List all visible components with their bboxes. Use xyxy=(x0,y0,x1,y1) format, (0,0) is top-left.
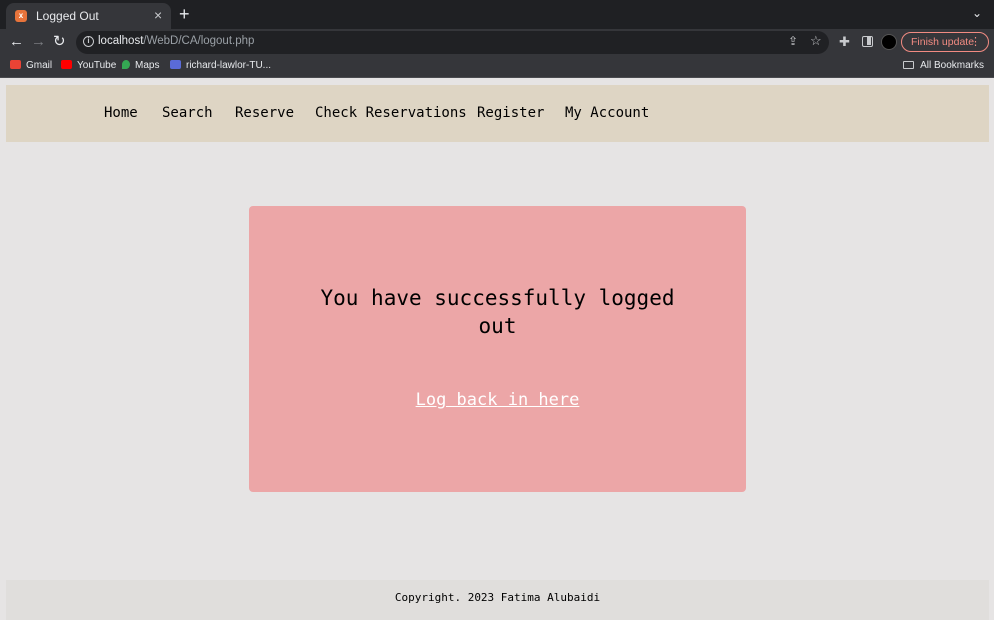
bookmark-maps[interactable]: Maps xyxy=(122,60,159,71)
back-arrow-icon[interactable]: ← xyxy=(9,33,24,51)
log-back-in-link[interactable]: Log back in here xyxy=(249,390,746,410)
bookmark-star-icon[interactable]: ☆ xyxy=(810,33,822,49)
finish-update-label: Finish update xyxy=(911,36,975,48)
trello-icon xyxy=(170,60,181,69)
bookmark-youtube[interactable]: YouTube xyxy=(61,60,116,71)
logout-message: You have successfully logged out xyxy=(320,286,675,338)
forward-arrow-icon[interactable]: → xyxy=(31,33,46,51)
browser-tab[interactable]: x Logged Out × xyxy=(6,3,171,29)
all-bookmarks-button[interactable]: All Bookmarks xyxy=(903,60,984,71)
folder-icon xyxy=(903,61,915,69)
copyright-text: Copyright. 2023 Fatima Alubaidi xyxy=(394,591,601,604)
reload-icon[interactable]: ↻ xyxy=(53,33,66,51)
profile-avatar[interactable] xyxy=(881,34,897,50)
bookmark-richard-lawlor[interactable]: richard-lawlor-TU... xyxy=(170,60,271,71)
maps-icon xyxy=(122,60,130,69)
browser-tab-bar: x Logged Out × + ⌄ xyxy=(0,0,994,29)
bookmarks-bar: Gmail YouTube Maps richard-lawlor-TU... … xyxy=(0,56,994,78)
nav-search[interactable]: Search xyxy=(162,105,213,121)
side-panel-icon[interactable] xyxy=(862,36,873,47)
site-info-icon[interactable]: i xyxy=(83,36,94,47)
page-viewport: Home Search Reserve Check Reservations R… xyxy=(0,79,994,620)
nav-my-account[interactable]: My Account xyxy=(565,105,649,121)
nav-home[interactable]: Home xyxy=(104,105,138,121)
close-tab-icon[interactable]: × xyxy=(154,7,162,23)
footer: Copyright. 2023 Fatima Alubaidi xyxy=(6,580,989,620)
bookmark-gmail[interactable]: Gmail xyxy=(10,60,52,71)
new-tab-icon[interactable]: + xyxy=(179,4,190,24)
tab-search-chevron-icon[interactable]: ⌄ xyxy=(972,6,982,20)
nav-check-reservations[interactable]: Check Reservations xyxy=(315,105,467,121)
share-icon[interactable]: ⇪ xyxy=(788,34,798,48)
nav-register[interactable]: Register xyxy=(477,105,544,121)
extensions-puzzle-icon[interactable]: ✚ xyxy=(839,34,850,50)
logout-card: You have successfully logged out Log bac… xyxy=(249,206,746,492)
tab-title: Logged Out xyxy=(36,9,99,23)
address-bar[interactable]: i localhost/WebD/CA/logout.php ⇪ ☆ xyxy=(76,31,829,54)
xampp-icon: x xyxy=(15,10,27,22)
gmail-icon xyxy=(10,60,21,69)
site-nav: Home Search Reserve Check Reservations R… xyxy=(6,85,989,142)
url-text[interactable]: localhost/WebD/CA/logout.php xyxy=(98,35,254,47)
finish-update-button[interactable]: Finish update ⋮ xyxy=(901,32,989,52)
kebab-menu-icon[interactable]: ⋮ xyxy=(970,33,981,51)
browser-toolbar: ← → ↻ i localhost/WebD/CA/logout.php ⇪ ☆… xyxy=(0,29,994,56)
nav-reserve[interactable]: Reserve xyxy=(235,105,294,121)
youtube-icon xyxy=(61,60,72,69)
